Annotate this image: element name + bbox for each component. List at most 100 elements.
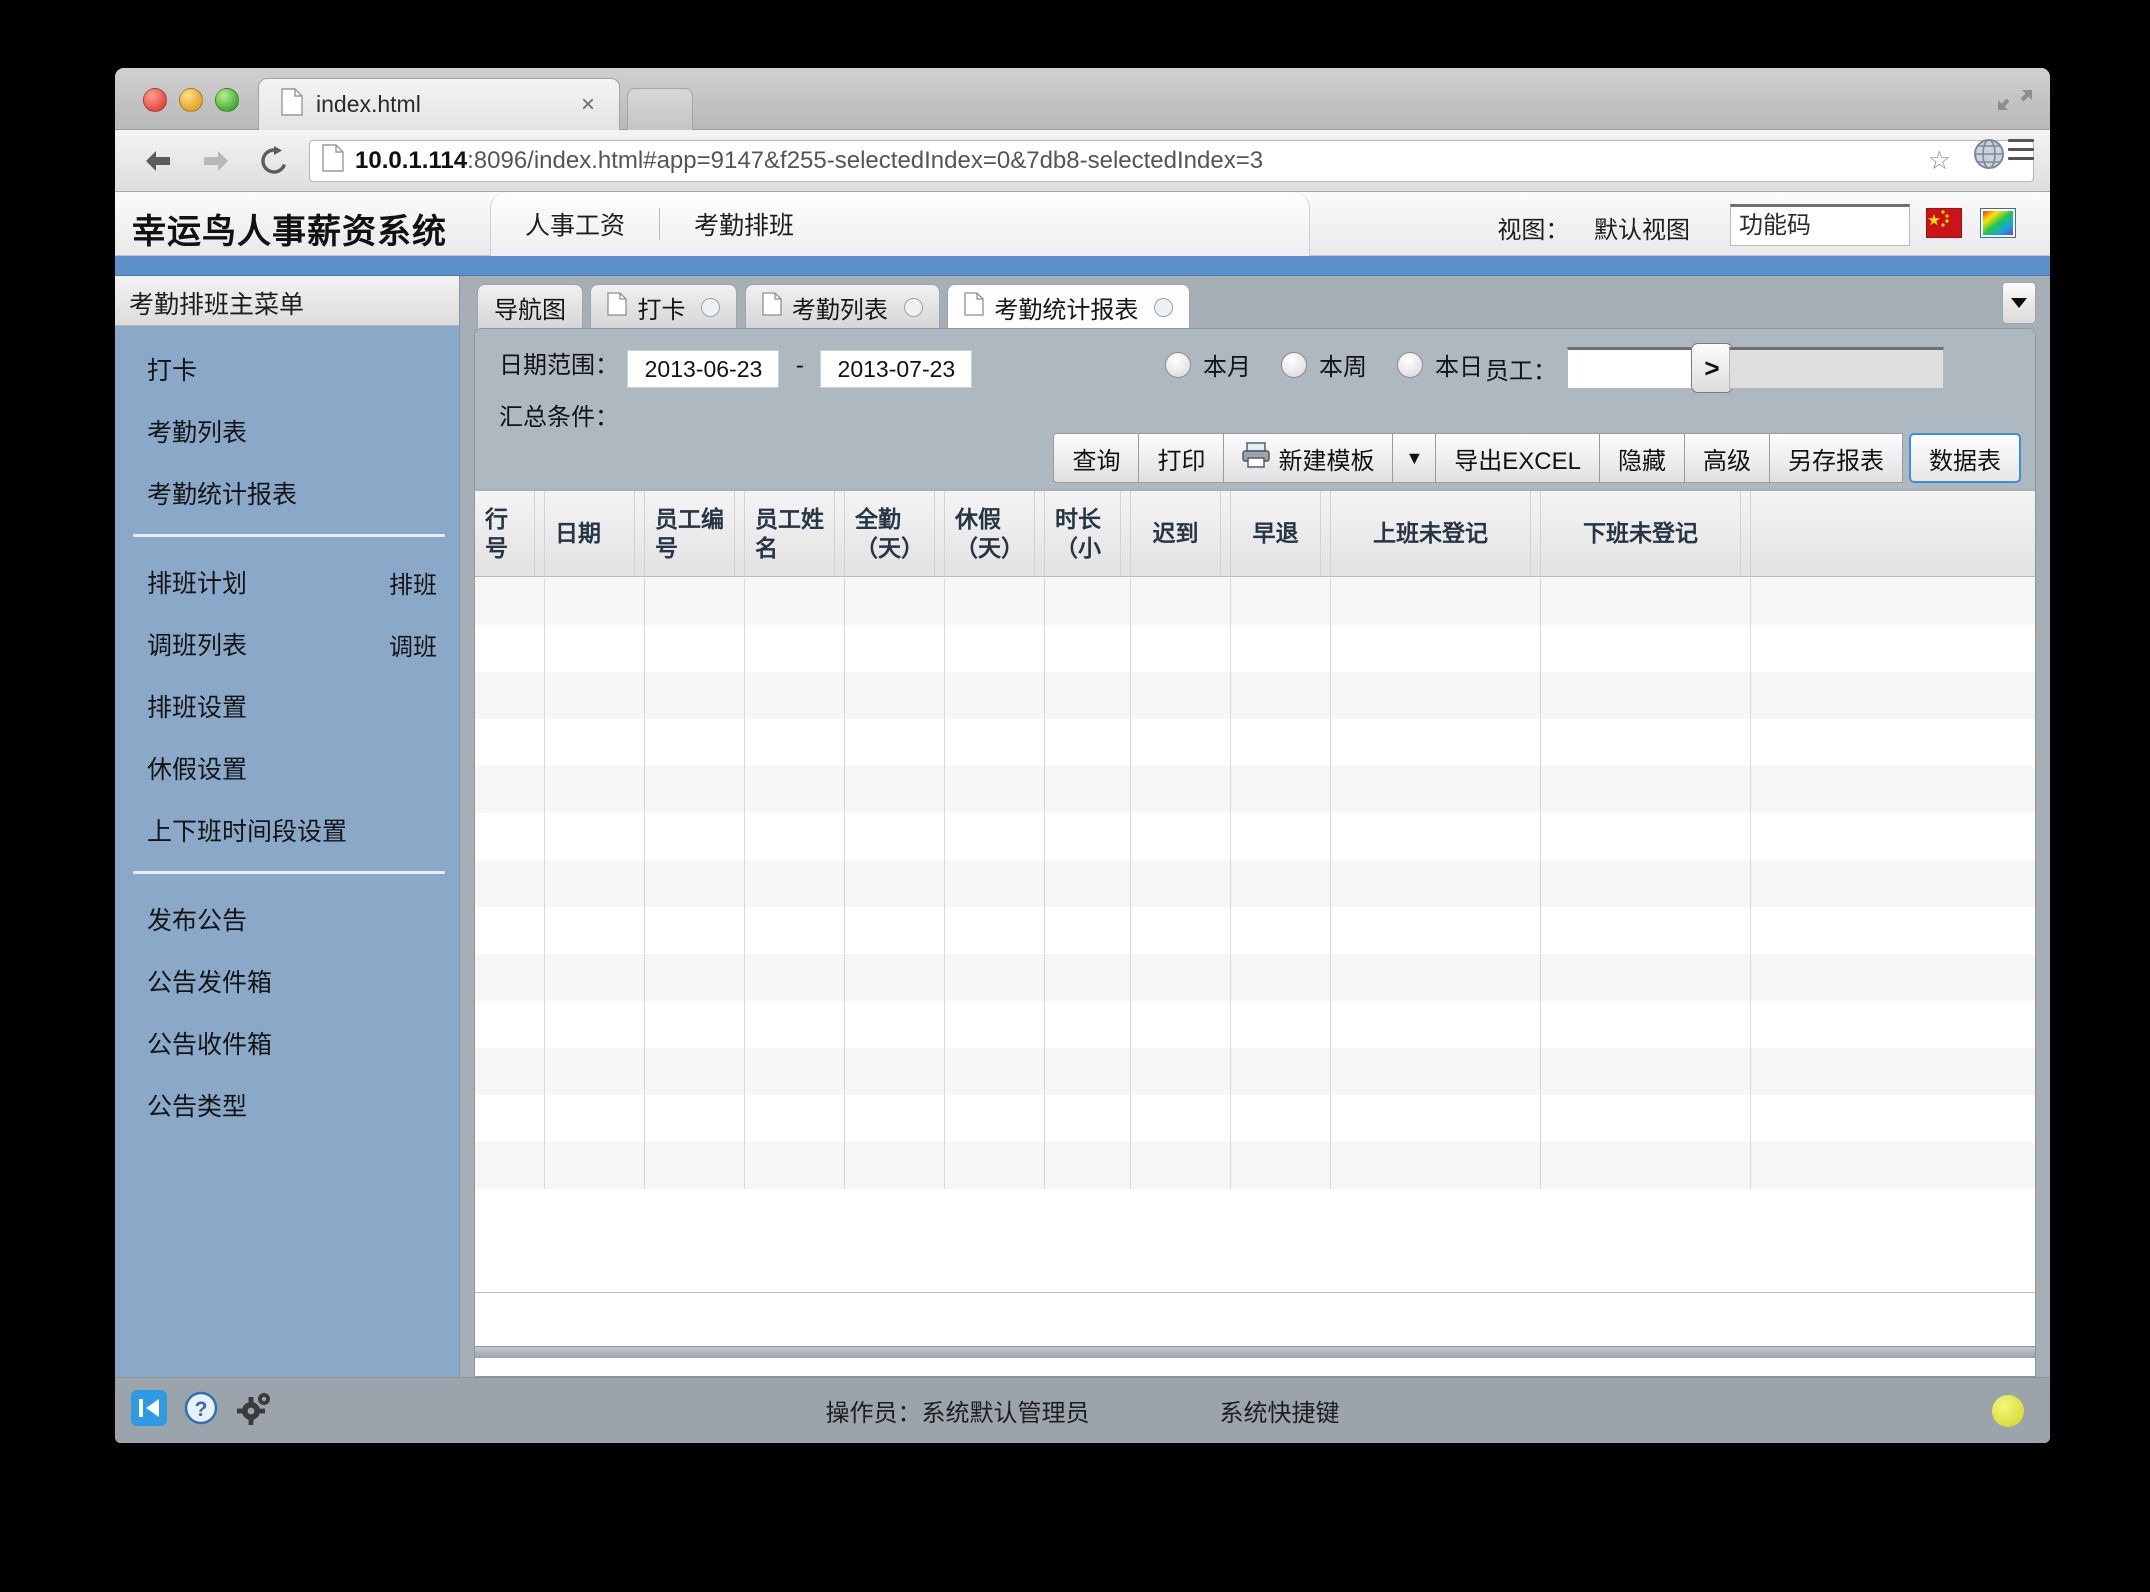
table-cell[interactable] (645, 954, 745, 1001)
column-resize-handle[interactable] (1221, 491, 1231, 576)
table-cell[interactable] (1131, 907, 1231, 954)
table-cell[interactable] (1541, 907, 1751, 954)
column-header-rownum[interactable]: 行号 (475, 491, 535, 576)
table-cell[interactable] (475, 860, 545, 907)
table-cell[interactable] (545, 1048, 645, 1095)
table-row[interactable] (475, 625, 2035, 672)
table-cell[interactable] (545, 578, 645, 625)
table-cell[interactable] (1045, 907, 1131, 954)
close-tab-icon[interactable] (903, 298, 923, 317)
table-cell[interactable] (1541, 813, 1751, 860)
table-cell[interactable] (1045, 625, 1131, 672)
table-cell[interactable] (1131, 578, 1231, 625)
table-row[interactable] (475, 1048, 2035, 1095)
table-cell[interactable] (645, 672, 745, 719)
table-cell[interactable] (945, 672, 1045, 719)
table-cell[interactable] (945, 813, 1045, 860)
table-cell[interactable] (1541, 719, 1751, 766)
column-resize-handle[interactable] (635, 491, 645, 576)
advanced-button[interactable]: 高级 (1684, 433, 1770, 483)
table-cell[interactable] (945, 766, 1045, 813)
table-body[interactable] (475, 578, 2035, 1292)
table-cell[interactable] (1045, 1001, 1131, 1048)
table-cell[interactable] (1045, 860, 1131, 907)
table-cell[interactable] (475, 813, 545, 860)
table-row[interactable] (475, 1095, 2035, 1142)
table-cell[interactable] (1045, 1095, 1131, 1142)
table-cell[interactable] (545, 907, 645, 954)
table-cell[interactable] (745, 860, 845, 907)
date-to-input[interactable]: 2013-07-23 (820, 349, 973, 388)
horizontal-scrollbar[interactable] (475, 1346, 2035, 1358)
save-report-button[interactable]: 另存报表 (1769, 433, 1903, 483)
sidebar-item-publish-notice[interactable]: 发布公告 (115, 888, 459, 950)
table-cell[interactable] (645, 578, 745, 625)
column-resize-handle[interactable] (1035, 491, 1045, 576)
table-cell[interactable] (1541, 578, 1751, 625)
table-cell[interactable] (1131, 625, 1231, 672)
hide-button[interactable]: 隐藏 (1599, 433, 1685, 483)
table-cell[interactable] (1331, 719, 1541, 766)
sidebar-item-shift-plan[interactable]: 排班计划 排班 (115, 551, 459, 613)
browser-tab[interactable]: index.html × (258, 78, 620, 130)
table-cell[interactable] (1331, 813, 1541, 860)
table-cell[interactable] (1541, 672, 1751, 719)
table-row[interactable] (475, 1142, 2035, 1189)
table-cell[interactable] (475, 907, 545, 954)
view-selector[interactable]: 视图： 默认视图 (1497, 210, 1690, 245)
table-row[interactable] (475, 1001, 2035, 1048)
table-cell[interactable] (545, 813, 645, 860)
table-cell[interactable] (745, 719, 845, 766)
column-header-early-leave[interactable]: 早退 (1231, 491, 1321, 576)
table-cell[interactable] (545, 672, 645, 719)
table-cell[interactable] (845, 954, 945, 1001)
table-cell[interactable] (545, 766, 645, 813)
table-cell[interactable] (945, 625, 1045, 672)
table-cell[interactable] (475, 672, 545, 719)
table-cell[interactable] (645, 813, 745, 860)
table-cell[interactable] (545, 1001, 645, 1048)
table-cell[interactable] (1131, 1048, 1231, 1095)
table-cell[interactable] (1331, 1048, 1541, 1095)
table-cell[interactable] (945, 907, 1045, 954)
sidebar-item-shift-change-list[interactable]: 调班列表 调班 (115, 613, 459, 675)
close-tab-icon[interactable] (701, 298, 721, 317)
table-cell[interactable] (475, 625, 545, 672)
settings-gear-icon[interactable] (235, 1389, 275, 1432)
table-cell[interactable] (645, 625, 745, 672)
table-cell[interactable] (1045, 719, 1131, 766)
table-cell[interactable] (1331, 766, 1541, 813)
sidebar-item-notice-type[interactable]: 公告类型 (115, 1074, 459, 1136)
column-header-date[interactable]: 日期 (545, 491, 635, 576)
column-header-employee-name[interactable]: 员工姓名 (745, 491, 835, 576)
table-cell[interactable] (1231, 578, 1331, 625)
table-cell[interactable] (645, 766, 745, 813)
table-cell[interactable] (1045, 766, 1131, 813)
table-cell[interactable] (745, 578, 845, 625)
table-cell[interactable] (1131, 1095, 1231, 1142)
table-cell[interactable] (1541, 1095, 1751, 1142)
table-cell[interactable] (1131, 954, 1231, 1001)
query-button[interactable]: 查询 (1053, 433, 1140, 483)
column-resize-handle[interactable] (1741, 491, 1751, 576)
table-cell[interactable] (645, 1142, 745, 1189)
table-row[interactable] (475, 907, 2035, 954)
table-cell[interactable] (1231, 719, 1331, 766)
table-row[interactable] (475, 672, 2035, 719)
table-cell[interactable] (845, 766, 945, 813)
table-cell[interactable] (1231, 672, 1331, 719)
column-resize-handle[interactable] (1321, 491, 1331, 576)
data-table-button[interactable]: 数据表 (1909, 433, 2021, 483)
table-cell[interactable] (1231, 907, 1331, 954)
table-row[interactable] (475, 860, 2035, 907)
minimize-window-button[interactable] (179, 88, 203, 112)
sidebar-item-notice-inbox[interactable]: 公告收件箱 (115, 1012, 459, 1074)
tab-attendance-list[interactable]: 考勤列表 (744, 284, 940, 330)
module-tab-attendance[interactable]: 考勤排班 (660, 206, 828, 242)
table-cell[interactable] (1331, 625, 1541, 672)
radio-this-week[interactable] (1281, 351, 1307, 378)
table-cell[interactable] (1331, 672, 1541, 719)
new-tab-button[interactable] (627, 88, 693, 130)
table-cell[interactable] (1541, 860, 1751, 907)
table-cell[interactable] (1331, 1095, 1541, 1142)
